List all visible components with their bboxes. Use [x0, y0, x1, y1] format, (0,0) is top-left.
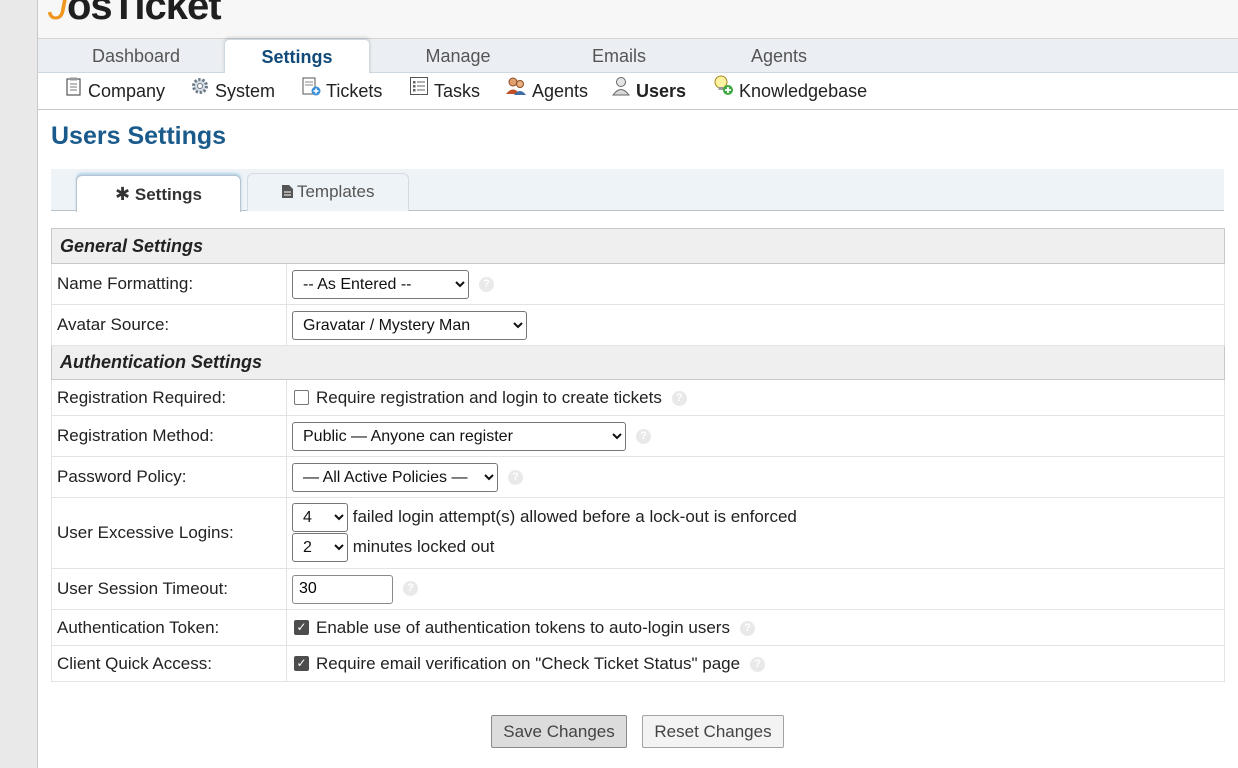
save-changes-button[interactable]: Save Changes — [491, 715, 627, 748]
name-formatting-label: Name Formatting: — [51, 263, 287, 305]
main-nav: Dashboard Settings Manage Emails Agents — [38, 38, 1238, 75]
password-policy-cell: — All Active Policies —? — [286, 456, 1225, 498]
main-nav-manage[interactable]: Manage — [394, 39, 522, 74]
sub-nav-knowledgebase[interactable]: Knowledgebase — [712, 73, 867, 110]
login-attempts-select[interactable]: 4 — [292, 503, 348, 532]
name-formatting-cell: -- As Entered --? — [286, 263, 1225, 305]
sub-nav-system-label: System — [215, 81, 276, 101]
auth-token-cell: ✓ Enable use of authentication tokens to … — [286, 609, 1225, 646]
row-avatar-source: Avatar Source: Gravatar / Mystery Man — [51, 304, 1225, 346]
settings-tabbar: ✱ Settings Templates — [51, 169, 1224, 212]
auth-token-text: Enable use of authentication tokens to a… — [316, 617, 730, 637]
sub-nav-system[interactable]: System — [190, 73, 275, 110]
main-nav-agents[interactable]: Agents — [715, 39, 843, 74]
tasks-icon — [409, 72, 429, 108]
sub-nav-tasks-label: Tasks — [434, 81, 481, 101]
tab-settings-label: Settings — [134, 185, 202, 204]
auth-token-label: Authentication Token: — [51, 609, 287, 646]
logo-bar: JosTicket — [38, 0, 1238, 38]
page-title: Users Settings — [51, 122, 227, 150]
sub-nav-users-label: Users — [636, 81, 687, 101]
lockout-minutes-select[interactable]: 2 — [292, 533, 348, 562]
login-attempts-text: failed login attempt(s) allowed before a… — [352, 507, 797, 526]
help-icon[interactable]: ? — [750, 656, 766, 672]
gear-icon — [190, 72, 210, 108]
excessive-logins-attempts-line: 4 failed login attempt(s) allowed before… — [292, 503, 1224, 533]
main-nav-dashboard[interactable]: Dashboard — [71, 39, 201, 74]
ticket-icon — [301, 72, 321, 108]
logo-swirl: J — [48, 0, 68, 28]
reset-changes-button[interactable]: Reset Changes — [642, 715, 784, 748]
main-nav-settings[interactable]: Settings — [224, 39, 370, 75]
name-formatting-select[interactable]: -- As Entered -- — [292, 269, 469, 299]
row-client-quick-access: Client Quick Access: ✓ Require email veri… — [51, 645, 1225, 682]
section-title-auth: Authentication Settings — [51, 345, 1225, 380]
excessive-logins-cell: 4 failed login attempt(s) allowed before… — [286, 497, 1225, 569]
section-header-auth: Authentication Settings — [51, 345, 1225, 380]
sub-nav-users[interactable]: Users — [611, 73, 686, 110]
avatar-source-cell: Gravatar / Mystery Man — [286, 304, 1225, 346]
user-icon — [611, 72, 631, 108]
registration-method-label: Registration Method: — [51, 415, 287, 457]
tab-templates-label: Templates — [296, 182, 375, 201]
page: JosTicket Dashboard Settings Manage Emai… — [37, 0, 1238, 768]
auth-token-checkbox[interactable]: ✓ — [294, 619, 309, 635]
asterisk-icon: ✱ — [115, 184, 131, 204]
main-nav-emails[interactable]: Emails — [555, 39, 683, 74]
registration-method-select[interactable]: Public — Anyone can register — [292, 421, 626, 451]
row-excessive-logins: User Excessive Logins: 4 failed login at… — [51, 497, 1225, 569]
session-timeout-cell: ? — [286, 568, 1225, 610]
help-icon[interactable]: ? — [479, 276, 494, 292]
client-quick-access-label: Client Quick Access: — [51, 645, 287, 682]
registration-required-label: Registration Required: — [51, 379, 287, 416]
help-icon[interactable]: ? — [636, 428, 651, 444]
registration-required-text: Require registration and login to create… — [316, 387, 662, 407]
sub-nav-agents[interactable]: Agents — [505, 73, 588, 110]
excessive-logins-label: User Excessive Logins: — [51, 497, 287, 569]
company-icon — [65, 72, 83, 108]
client-quick-access-cell: ✓ Require email verification on "Check Ti… — [286, 645, 1225, 682]
sub-nav-knowledgebase-label: Knowledgebase — [739, 81, 868, 101]
agents-icon — [505, 72, 527, 108]
client-quick-access-checkbox[interactable]: ✓ — [294, 655, 309, 671]
logo-text: osTicket — [67, 0, 222, 28]
row-auth-token: Authentication Token: ✓ Enable use of aut… — [51, 609, 1225, 646]
help-icon[interactable]: ? — [739, 620, 755, 636]
row-name-formatting: Name Formatting: -- As Entered --? — [51, 263, 1225, 305]
client-quick-access-text: Require email verification on "Check Tic… — [316, 653, 741, 673]
logo[interactable]: JosTicket — [48, 0, 222, 28]
registration-required-cell: Require registration and login to create… — [286, 379, 1225, 416]
excessive-logins-minutes-line: 2 minutes locked out — [292, 533, 1224, 563]
tab-settings[interactable]: ✱ Settings — [76, 175, 241, 212]
avatar-source-label: Avatar Source: — [51, 304, 287, 346]
help-icon[interactable]: ? — [508, 469, 523, 485]
sub-nav: Company System Tickets Tasks Agents User… — [38, 73, 1238, 110]
section-title-general: General Settings — [51, 228, 1225, 264]
help-icon[interactable]: ? — [403, 581, 418, 597]
row-registration-required: Registration Required: Require registrat… — [51, 379, 1225, 416]
sub-nav-tickets[interactable]: Tickets — [301, 73, 382, 110]
password-policy-select[interactable]: — All Active Policies — — [292, 462, 498, 492]
sub-nav-tickets-label: Tickets — [326, 81, 383, 101]
sub-nav-tasks[interactable]: Tasks — [409, 73, 480, 110]
session-timeout-input[interactable] — [292, 574, 393, 604]
lockout-minutes-text: minutes locked out — [352, 537, 495, 556]
sub-nav-company[interactable]: Company — [65, 73, 165, 110]
avatar-source-select[interactable]: Gravatar / Mystery Man — [292, 310, 527, 340]
row-registration-method: Registration Method: Public — Anyone can… — [51, 415, 1225, 457]
session-timeout-label: User Session Timeout: — [51, 568, 287, 610]
registration-required-checkbox[interactable] — [294, 389, 309, 405]
section-header-general: General Settings — [51, 228, 1225, 264]
registration-method-cell: Public — Anyone can register? — [286, 415, 1225, 457]
settings-table: General Settings Name Formatting: -- As … — [51, 228, 1225, 682]
tab-templates[interactable]: Templates — [247, 173, 409, 211]
knowledgebase-icon — [712, 72, 734, 108]
sub-nav-agents-label: Agents — [532, 81, 589, 101]
password-policy-label: Password Policy: — [51, 456, 287, 498]
row-session-timeout: User Session Timeout: ? — [51, 568, 1225, 610]
help-icon[interactable]: ? — [671, 390, 687, 406]
row-password-policy: Password Policy: — All Active Policies —… — [51, 456, 1225, 498]
document-icon — [281, 182, 293, 201]
sub-nav-company-label: Company — [88, 81, 166, 101]
